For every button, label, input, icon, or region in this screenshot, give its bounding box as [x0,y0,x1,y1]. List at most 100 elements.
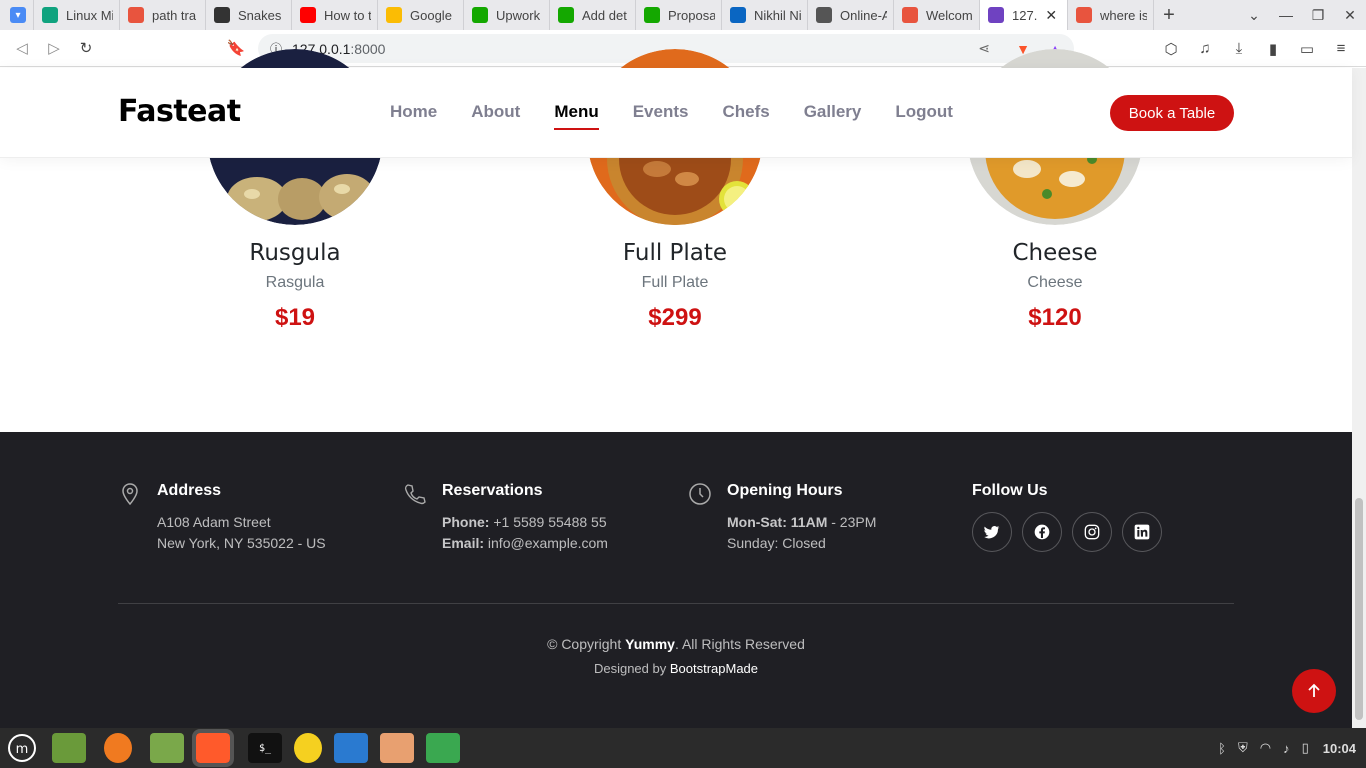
nav-link-gallery[interactable]: Gallery [804,102,862,130]
back-button[interactable]: ◁ [6,39,38,57]
nav-link-events[interactable]: Events [633,102,689,130]
security-icon[interactable]: ⛨ [1238,740,1248,756]
page-scrollbar[interactable] [1352,68,1366,728]
scroll-to-top-button[interactable] [1292,669,1336,713]
browser-tab[interactable]: Nikhil Ni [722,0,808,30]
browser-tab[interactable]: Welcom [894,0,980,30]
browser-tab[interactable]: How to t [292,0,378,30]
browser-tab[interactable]: path tra [120,0,206,30]
arrow-up-icon [1308,683,1320,697]
terminal-icon[interactable]: $_ [248,733,282,763]
firefox-icon[interactable] [104,733,132,763]
item-price: $120 [1028,304,1082,331]
browser-tab[interactable]: Upwork [464,0,550,30]
footer-address: Address A108 Adam Street New York, NY 53… [118,482,326,554]
shield-icon[interactable] [426,733,460,763]
downloads-icon[interactable]: ⤓ [1222,40,1256,57]
nav-link-about[interactable]: About [471,102,520,130]
menu-icon[interactable]: ≡ [1324,40,1358,57]
copyright-suffix: . All Rights Reserved [674,636,805,652]
nav-link-menu[interactable]: Menu [554,102,600,130]
system-tray: ᛒ ⛨ ◠ ♪ ▯ 10:04 [1206,728,1356,768]
tabs-icon: ▾ [10,7,26,23]
reservations-title: Reservations [442,482,543,499]
designed-by-text: Designed by BootstrapMade [0,661,1352,676]
extensions-icon[interactable]: ⬡ [1154,40,1188,58]
browser-tab[interactable]: 127. ✕ [980,0,1068,30]
item-price: $299 [648,304,702,331]
sidebar-icon[interactable]: ▮ [1256,40,1290,58]
browser-tab[interactable]: where is [1068,0,1154,30]
nav-link-home[interactable]: Home [390,102,437,130]
browser-tab[interactable]: Linux Mi [34,0,120,30]
forward-button[interactable]: ▷ [38,39,70,57]
tab-title: Linux Mi [66,7,113,23]
item-name: Rusgula [249,240,341,266]
address-title: Address [157,482,222,499]
browser-tab[interactable]: Proposa [636,0,722,30]
tab-search-icon[interactable]: ⌄ [1238,7,1270,24]
youtube-icon [300,7,316,23]
address-line1: A108 Adam Street [157,514,271,530]
browser-tab[interactable]: Snakes a [206,0,292,30]
item-description: Full Plate [641,274,709,291]
wallet-icon[interactable]: ▭ [1290,40,1324,58]
site-logo[interactable]: Fasteat [118,94,241,129]
reload-button[interactable]: ↻ [70,39,102,57]
notes-icon[interactable] [380,733,414,763]
bookmark-icon[interactable]: 🔖 [220,39,252,57]
sound-icon[interactable]: ♪ [1283,741,1290,756]
power-icon[interactable] [294,733,322,763]
files-icon[interactable] [150,733,184,763]
wifi-icon[interactable]: ◠ [1260,740,1271,756]
tab-title: Nikhil Ni [754,7,801,23]
designed-prefix: Designed by [593,661,667,676]
twitter-icon[interactable] [972,512,1012,552]
facebook-icon[interactable] [1022,512,1062,552]
close-tab-icon[interactable]: ✕ [1045,7,1057,24]
linkedin-icon[interactable] [1122,512,1162,552]
reservations-email: Email: info@example.com [442,533,608,554]
vscode-icon[interactable] [334,733,368,763]
browser-tab[interactable]: Online-A [808,0,894,30]
copyright-brand: Yummy [625,636,675,652]
browser-tab[interactable]: Add det [550,0,636,30]
flame-icon [902,7,918,23]
nav-link-logout[interactable]: Logout [895,102,953,130]
browser-tab[interactable]: Google [378,0,464,30]
clock-icon [689,483,711,505]
tab-title: Google [410,7,452,23]
new-tab-button[interactable]: + [1154,4,1184,27]
tab-list-button[interactable]: ▾ [0,0,34,30]
share-icon[interactable]: ⋖ [978,40,990,57]
brave-search-icon [128,7,144,23]
tab-title: Snakes a [238,7,285,23]
designer-link[interactable]: BootstrapMade [670,661,758,676]
site-footer: Address A108 Adam Street New York, NY 53… [0,432,1352,728]
footer-follow: Follow Us [972,482,1162,552]
instagram-icon[interactable] [1072,512,1112,552]
upwork-icon [472,7,488,23]
battery-icon[interactable]: ▯ [1302,740,1309,756]
nav-link-chefs[interactable]: Chefs [722,102,769,130]
google-keep-icon [386,7,402,23]
tab-title: Welcom [926,7,973,23]
mint-menu-icon[interactable]: m [4,733,40,763]
clock[interactable]: 10:04 [1323,741,1356,756]
linkedin-icon [730,7,746,23]
desktop-icon[interactable] [52,733,86,763]
close-window-button[interactable]: ✕ [1334,7,1366,24]
brave-icon[interactable] [192,729,234,767]
minimize-button[interactable]: — [1270,7,1302,23]
bluetooth-icon[interactable]: ᛒ [1218,741,1226,756]
item-price: $19 [274,304,316,331]
book-table-button[interactable]: Book a Table [1110,95,1234,131]
media-icon[interactable]: ♫ [1188,40,1222,57]
scrollbar-thumb[interactable] [1355,498,1363,720]
main-nav: Home About Menu Events Chefs Gallery Logout [390,102,987,130]
url-port: :8000 [350,40,386,57]
item-description: Cheese [1027,274,1083,291]
item-name: Full Plate [622,240,728,266]
footer-divider [118,603,1234,604]
maximize-button[interactable]: ❐ [1302,7,1334,24]
